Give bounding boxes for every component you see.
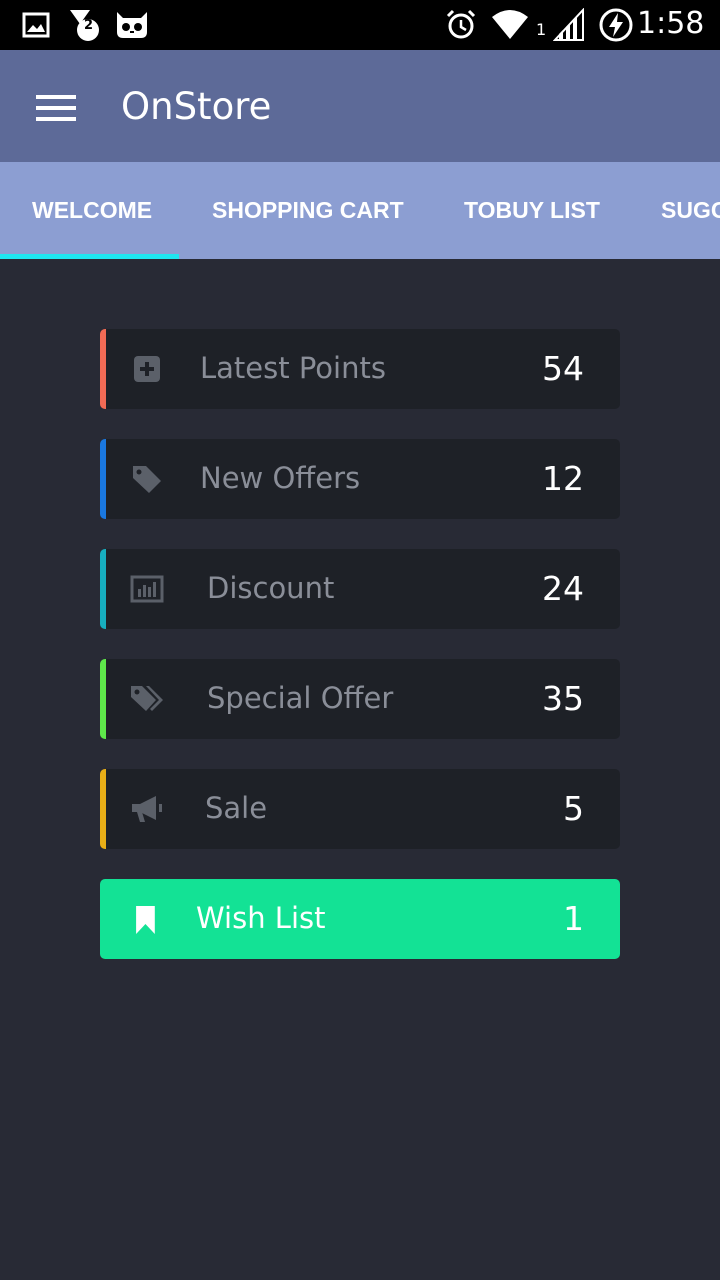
- list-item-label: Sale: [205, 791, 268, 825]
- image-icon: [22, 12, 50, 38]
- list-item-label: Special Offer: [207, 681, 394, 715]
- list-item-count: 24: [542, 569, 584, 608]
- notification-count: 2: [84, 18, 94, 33]
- tags-icon: [131, 686, 163, 711]
- list-item-count: 5: [563, 789, 584, 828]
- battery-charging-icon: [599, 8, 633, 42]
- plus-square-icon: [134, 356, 160, 382]
- tab-bar: WELCOME SHOPPING CART TOBUY LIST SUGG: [0, 162, 720, 259]
- tab-tobuy-list[interactable]: TOBUY LIST: [464, 162, 600, 259]
- tab-selected-indicator: [0, 254, 179, 259]
- list-item-special-offer[interactable]: Special Offer 35: [100, 659, 620, 739]
- cell-signal-icon: [553, 8, 584, 41]
- accent-bar: [100, 769, 106, 849]
- signal-sim-number: 1: [536, 20, 547, 39]
- cyanogen-mascot-icon: [117, 12, 147, 38]
- accent-bar: [100, 659, 106, 739]
- alarm-icon: [446, 9, 476, 39]
- list-item-label: New Offers: [200, 461, 361, 495]
- accent-bar: [100, 329, 106, 409]
- list-item-count: 54: [542, 349, 584, 388]
- list-item-sale[interactable]: Sale 5: [100, 769, 620, 849]
- summary-list: Latest Points 54 New Offers 12 Discount …: [100, 329, 620, 989]
- tag-icon: [133, 466, 161, 493]
- list-item-label: Latest Points: [200, 351, 386, 385]
- list-item-count: 35: [542, 679, 584, 718]
- wifi-icon: [492, 10, 528, 39]
- list-item-label: Wish List: [196, 901, 326, 935]
- tab-suggestions[interactable]: SUGG: [661, 162, 720, 259]
- tab-welcome[interactable]: WELCOME: [32, 162, 152, 259]
- list-item-count: 12: [542, 459, 584, 498]
- app-bar: OnStore: [0, 50, 720, 162]
- list-item-new-offers[interactable]: New Offers 12: [100, 439, 620, 519]
- clock: 1:58: [637, 6, 705, 41]
- megaphone-icon: [132, 796, 162, 822]
- list-item-discount[interactable]: Discount 24: [100, 549, 620, 629]
- list-item-count: 1: [563, 899, 584, 938]
- status-bar: 2 1 1:58: [0, 0, 720, 50]
- hamburger-menu-icon[interactable]: [36, 95, 76, 121]
- list-item-latest-points[interactable]: Latest Points 54: [100, 329, 620, 409]
- list-item-wish-list[interactable]: Wish List 1: [100, 879, 620, 959]
- accent-bar: [100, 439, 106, 519]
- tab-shopping-cart[interactable]: SHOPPING CART: [212, 162, 404, 259]
- app-title: OnStore: [121, 85, 272, 128]
- bar-chart-icon: [130, 575, 164, 603]
- list-item-label: Discount: [207, 571, 335, 605]
- bookmark-icon: [136, 906, 155, 934]
- accent-bar: [100, 549, 106, 629]
